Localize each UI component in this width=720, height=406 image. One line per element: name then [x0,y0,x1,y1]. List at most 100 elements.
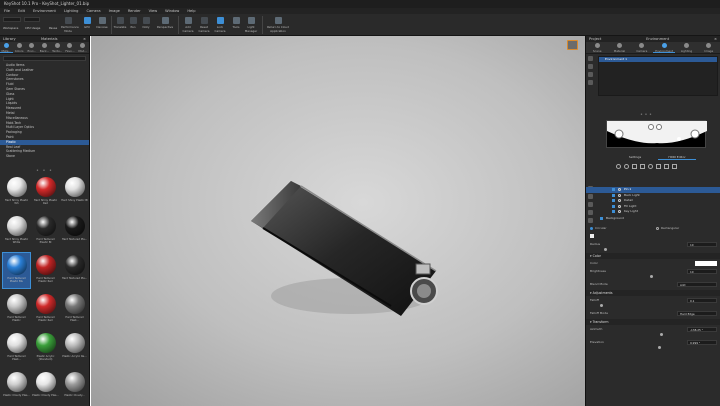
add-pin-icon[interactable] [616,164,621,169]
add-environment-icon[interactable] [588,56,593,61]
tab-lighting[interactable]: Lighting [675,42,697,53]
return-to-cloud-button[interactable]: Return to Cloud Application [266,15,290,35]
duplicate-environment-icon[interactable] [588,64,593,69]
radius-slider-knob[interactable] [604,248,607,251]
subtab-hdri-editor[interactable]: HDRI Editor [658,154,696,160]
dolly-button[interactable]: Dolly [139,15,153,35]
elevation-slider-knob[interactable] [658,346,661,349]
color-swatch[interactable] [695,260,717,266]
shape-rectangular-radio[interactable]: Rectangular [656,226,679,230]
material-swatch[interactable]: Plastic Cloudy Plas... [32,370,59,405]
workspace-dropdown[interactable] [3,17,21,22]
falloff-mode-dropdown[interactable]: Hard Edge [677,310,717,316]
material-swatch[interactable]: Hard Textured Plastic Blu [2,252,31,289]
material-swatch[interactable]: Hard Shiny Plastic White [3,214,30,249]
toolbar-divider [111,16,112,34]
material-swatch[interactable]: Plastic Acrylic Re... [61,331,88,366]
material-preview-ball [6,216,27,236]
brightness-input[interactable]: 10 [687,268,717,274]
material-swatch[interactable]: Hard Textured Plastic Red [32,253,59,288]
environment-list-item[interactable]: Environment 1 [599,57,717,62]
pin-visibility-checkbox[interactable] [612,193,615,197]
performance-mode-button[interactable]: Performance Mode [61,15,79,35]
material-swatch[interactable]: Hard Textured Plastic [3,292,30,327]
falloff-slider-knob[interactable] [600,304,603,307]
material-swatch[interactable]: Hard Textured Pla... [61,253,88,288]
material-swatch[interactable]: Hard Textured Plastic Bl [32,214,59,249]
pan-button[interactable]: Pan [126,15,140,35]
favorites-icon [67,43,73,48]
tab-materials[interactable]: Mate... [0,42,13,53]
denoise-button[interactable]: Denoise [95,15,109,35]
tab-colors[interactable]: Colors [13,42,26,53]
import-environment-icon[interactable] [588,72,593,77]
material-swatch[interactable]: Hard Textured Plast... [3,331,30,366]
material-swatch[interactable]: Hard Shiny Plastic Bl [61,175,88,210]
material-swatch[interactable]: Hard Textured Pla... [61,214,88,249]
material-swatch[interactable]: Plastic Cloudy Plas... [3,370,30,405]
material-swatch[interactable]: Plastic Cloudy... [61,370,88,405]
radius-slider[interactable] [590,248,717,251]
tab-backplates[interactable]: Back... [38,42,51,53]
translate-button[interactable]: Translate [113,15,127,35]
add-light-icon[interactable] [624,164,629,169]
elevation-input[interactable]: 9.999 ° [687,339,717,345]
tab-image[interactable]: Image [698,42,720,53]
library-search-input[interactable] [3,56,86,61]
pin-visibility-checkbox[interactable] [612,204,615,208]
pin-list-item[interactable]: Key Light [586,209,720,215]
tab-material[interactable]: Material [608,42,630,53]
background-checkbox[interactable] [600,217,603,221]
viewport-overlay-icon[interactable] [567,40,578,50]
perspective-button[interactable]: Perspective [156,15,174,35]
tools-button[interactable]: Tools [229,15,243,35]
radius-input[interactable]: 10 [687,241,717,247]
tab-textures[interactable]: Textu... [51,42,64,53]
material-category-item[interactable]: Stone [0,154,89,159]
pin-visibility-checkbox[interactable] [612,188,615,192]
tab-favorites[interactable]: Favo... [64,42,77,53]
reset-camera-button[interactable]: Reset Camera [197,15,211,35]
light-manager-button[interactable]: Light Manager [244,15,258,35]
sun-sky-icon[interactable] [648,164,653,169]
pause-button[interactable]: Pause [49,26,57,30]
image-swatch[interactable] [590,234,594,238]
tab-camera[interactable]: Camera [631,42,653,53]
pin-visibility-checkbox[interactable] [612,199,615,203]
material-swatch[interactable]: Hard Textured Plastic Red [32,292,59,327]
delete-pin-icon[interactable] [672,164,677,169]
delete-environment-icon[interactable] [588,80,593,85]
azimuth-slider-knob[interactable] [660,333,663,336]
material-swatch[interactable]: Hard Textured Plast... [61,292,88,327]
material-swatch[interactable]: Plastic Acrylic (Standard) [32,331,59,366]
falloff-slider[interactable] [590,304,717,307]
background-row[interactable]: Background [586,216,720,222]
gpu-button[interactable]: GPU [80,15,94,35]
cpu-usage-dropdown[interactable] [24,17,40,22]
export-icon[interactable] [656,164,661,169]
blend-mode-dropdown[interactable]: Add [677,281,717,287]
settings-icon[interactable] [664,164,669,169]
brightness-slider-knob[interactable] [650,275,653,278]
hdri-preview[interactable] [606,120,707,148]
azimuth-input[interactable]: -138.25 ° [687,326,717,332]
add-image-pin-icon[interactable] [632,164,637,169]
azimuth-slider[interactable] [590,333,717,336]
falloff-input[interactable]: 0.1 [687,297,717,303]
elevation-slider[interactable] [590,346,717,349]
add-camera-button[interactable]: Add Camera [181,15,195,35]
lock-camera-button[interactable]: Lock Camera [213,15,227,35]
add-gradient-icon[interactable] [640,164,645,169]
pin-visibility-checkbox[interactable] [612,210,615,214]
subtab-settings[interactable]: Settings [616,154,654,160]
render-viewport[interactable] [91,36,585,406]
brightness-slider[interactable] [590,275,717,278]
tab-scene[interactable]: Scene [586,42,608,53]
tab-models[interactable]: Mod... [76,42,89,53]
material-swatch[interactable]: Hard Shiny Plastic Wh [3,175,30,210]
tab-environments[interactable]: Envi... [25,42,38,53]
shape-circular-radio[interactable]: Circular [590,226,656,230]
material-swatch[interactable]: Hard Shiny Plastic Red [32,175,59,210]
lighter-model[interactable] [241,146,461,336]
tab-environment[interactable]: Environment [652,42,676,53]
